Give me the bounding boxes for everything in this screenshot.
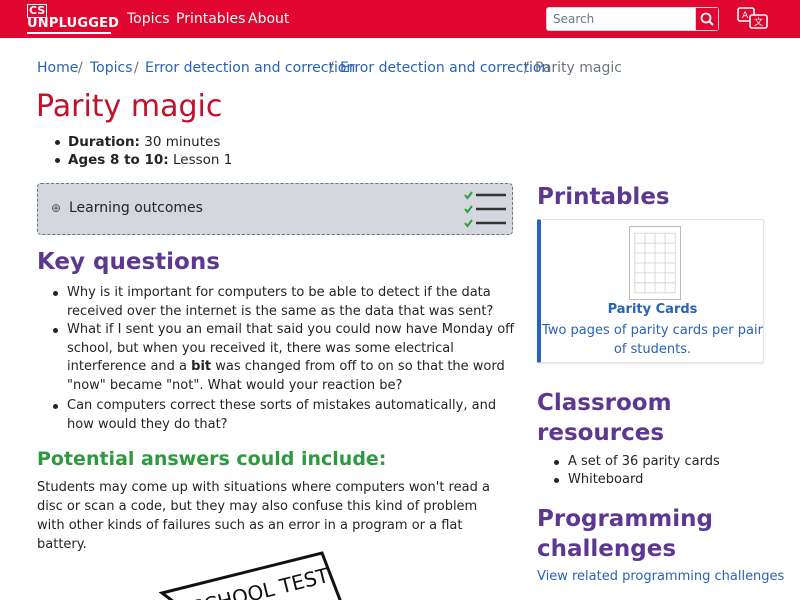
nav-link-topics[interactable]: Topics [127, 10, 170, 28]
parity-cards-description: Two pages of parity cards per pair of st… [542, 323, 763, 357]
ages-label: Ages 8 to 10: [68, 152, 169, 168]
breadcrumb-topics[interactable]: Topics [90, 59, 133, 77]
resource-item: Whiteboard [568, 472, 644, 487]
list-bullet [53, 291, 58, 296]
svg-text:文: 文 [754, 16, 763, 28]
classroom-resources-heading: Classroom [537, 390, 672, 416]
question-item: What if I sent you an email that said yo… [67, 321, 517, 396]
programming-challenges-heading-line2: challenges [537, 536, 677, 562]
breadcrumb-unit[interactable]: Error detection and correction [340, 59, 550, 77]
svg-text:A: A [742, 11, 749, 21]
checklist-icon [464, 191, 506, 228]
search-input[interactable]: Search [546, 7, 696, 31]
list-bullet [55, 158, 60, 163]
top-navbar: CS UNPLUGGED Topics Printables About Sea… [0, 0, 800, 38]
question-bold-word: bit [191, 359, 212, 375]
list-bullet [53, 328, 58, 333]
duration-item: Duration: 30 minutes [68, 133, 220, 151]
parity-cards-title[interactable]: Parity Cards [541, 302, 764, 317]
resource-item: A set of 36 parity cards [568, 454, 720, 469]
logo-underline [27, 32, 111, 34]
key-questions-heading: Key questions [37, 249, 220, 275]
list-bullet [53, 404, 58, 409]
school-test-illustration: SCHOOL TEST [158, 551, 342, 600]
programming-challenges-heading: Programming [537, 506, 713, 532]
list-bullet [554, 460, 559, 465]
classroom-resources-heading-line2: resources [537, 420, 665, 446]
duration-label: Duration: [68, 134, 140, 150]
breadcrumb-topic[interactable]: Error detection and correction [145, 59, 355, 77]
list-bullet [55, 140, 60, 145]
programming-challenges-link[interactable]: View related programming challenges [537, 569, 784, 584]
duration-value: 30 minutes [144, 134, 221, 150]
question-item: Can computers correct these sorts of mis… [67, 398, 497, 432]
nav-link-about[interactable]: About [248, 10, 289, 28]
cs-unplugged-logo[interactable]: CS UNPLUGGED [27, 4, 119, 34]
logo-unplugged-text: UNPLUGGED [27, 16, 120, 31]
list-bullet [554, 478, 559, 483]
question-item: Why is it important for computers to be … [67, 285, 494, 319]
ages-value: Lesson 1 [173, 152, 233, 168]
potential-answers-heading: Potential answers could include: [37, 448, 387, 470]
breadcrumb-separator: / [134, 60, 139, 76]
breadcrumb-home[interactable]: Home [37, 59, 78, 77]
printables-heading: Printables [537, 184, 670, 210]
search-icon [696, 8, 718, 30]
breadcrumb-separator: / [78, 60, 83, 76]
nav-link-printables[interactable]: Printables [176, 10, 245, 28]
potential-answers-text: Students may come up with situations whe… [37, 480, 490, 552]
breadcrumb-separator: / [329, 60, 334, 76]
learning-outcomes-label: Learning outcomes [69, 200, 203, 216]
page-title: Parity magic [36, 89, 223, 124]
plus-circle-icon: ⊕ [51, 201, 62, 215]
ages-item: Ages 8 to 10: Lesson 1 [68, 151, 232, 169]
breadcrumb-separator: / [524, 60, 529, 76]
learning-outcomes-panel[interactable]: ⊕ Learning outcomes [37, 183, 513, 235]
search-button[interactable] [696, 7, 719, 31]
breadcrumb-current: Parity magic [535, 60, 622, 76]
parity-cards-thumbnail [629, 226, 681, 300]
parity-cards-card[interactable]: Parity Cards Two pages of parity cards p… [537, 219, 764, 363]
language-icon[interactable]: A 文 [737, 6, 769, 32]
